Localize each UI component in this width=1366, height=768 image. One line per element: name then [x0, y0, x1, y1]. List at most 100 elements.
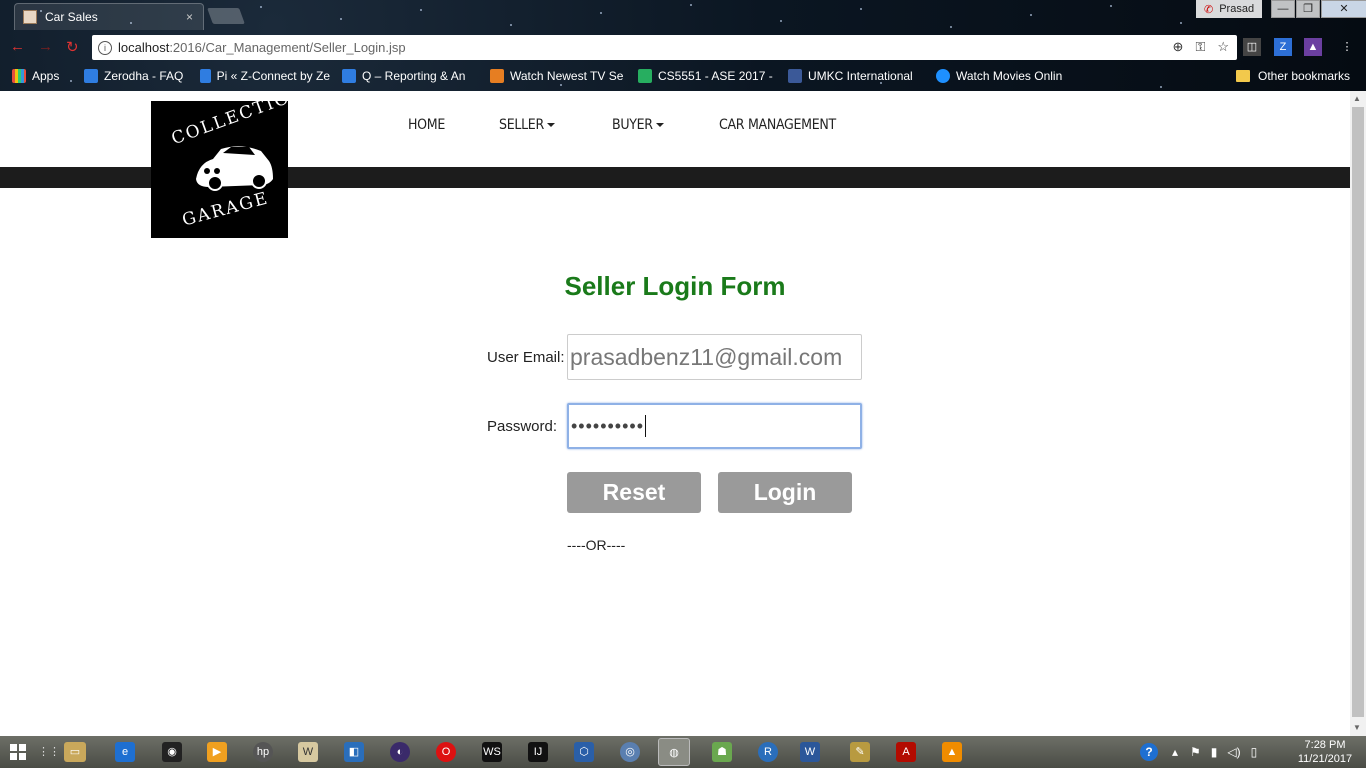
webstorm-icon[interactable]: WS — [482, 742, 502, 762]
sheets-icon — [638, 69, 652, 83]
site-logo[interactable]: COLLECTION GARAGE — [151, 101, 288, 238]
eclipse-icon[interactable]: ◐ — [390, 742, 410, 762]
chrome-taskbar-icon[interactable]: ◍ — [658, 738, 690, 766]
url-path: :2016/Car_Management/Seller_Login.jsp — [169, 40, 406, 55]
scroll-up-icon[interactable]: ▲ — [1353, 94, 1361, 103]
network-app-icon[interactable]: ◎ — [620, 742, 640, 762]
bookmark-star-icon[interactable]: ☆ — [1217, 39, 1229, 55]
password-value: •••••••••• — [571, 415, 645, 436]
windows-start-icon[interactable] — [10, 744, 26, 760]
tab-title: Car Sales — [45, 10, 98, 24]
word-icon[interactable]: W — [800, 742, 820, 762]
forward-arrow-icon[interactable]: → — [38, 38, 53, 55]
restore-button[interactable]: ❐ — [1296, 0, 1320, 18]
intellij-icon[interactable]: IJ — [528, 742, 548, 762]
taskbar: ⋮⋮ ▭ e ◉ ▶ hp W ◧ ◐ O WS IJ ⬡ ◎ ◍ ☗ R W … — [0, 736, 1366, 768]
bookmark-label: Apps — [32, 69, 60, 83]
flag-icon[interactable]: ⚑ — [1190, 745, 1201, 759]
clock[interactable]: 7:28 PM 11/21/2017 — [1290, 738, 1360, 766]
bookmark-label: Zerodha - FAQ — [104, 69, 184, 83]
bookmark-watch-tv[interactable]: Watch Newest TV Se — [490, 69, 626, 83]
close-tab-icon[interactable]: × — [186, 10, 193, 24]
network-signal-icon[interactable]: ▮ — [1211, 745, 1218, 759]
task-view-icon[interactable]: ⋮⋮ — [38, 742, 60, 762]
email-label: User Email: — [487, 349, 565, 366]
android-icon[interactable]: ☗ — [712, 742, 732, 762]
file-explorer-icon[interactable]: ▭ — [64, 742, 86, 762]
url-host: localhost — [118, 40, 170, 55]
zoom-icon[interactable]: ⊕ — [1173, 39, 1184, 55]
menu-icon[interactable]: ⋮ — [1338, 38, 1356, 56]
address-bar[interactable]: i localhost:2016/Car_Management/Seller_L… — [92, 35, 1237, 60]
reload-icon[interactable]: ↻ — [66, 38, 79, 56]
opera-icon[interactable]: O — [436, 742, 456, 762]
form-title: Seller Login Form — [564, 271, 786, 301]
triangle-extension-icon[interactable]: ▲ — [1304, 38, 1322, 56]
minimize-button[interactable]: — — [1271, 0, 1295, 18]
clock-time: 7:28 PM — [1304, 739, 1346, 751]
facebook-icon — [788, 69, 802, 83]
password-label: Password: — [487, 418, 558, 435]
other-bookmarks[interactable]: Other bookmarks — [1236, 64, 1350, 88]
bookmark-cs5551[interactable]: CS5551 - ASE 2017 - — [638, 69, 776, 83]
bookmark-label: Q – Reporting & An — [362, 69, 466, 83]
tool-icon[interactable]: ✎ — [850, 742, 870, 762]
hp-icon[interactable]: hp — [253, 742, 273, 762]
new-tab-button[interactable] — [207, 8, 245, 24]
r-icon[interactable]: R — [758, 742, 778, 762]
camera-icon[interactable]: ◉ — [162, 742, 182, 762]
text-cursor — [645, 415, 647, 437]
battery-icon[interactable]: ▯ — [1251, 745, 1258, 759]
wordpad-icon[interactable]: W — [298, 742, 318, 762]
email-value: prasadbenz11@gmail.com — [570, 343, 843, 370]
bookmark-umkc[interactable]: UMKC International — [788, 69, 924, 83]
page-icon — [342, 69, 356, 83]
acrobat-icon[interactable]: A — [896, 742, 916, 762]
close-window-button[interactable]: ✕ — [1321, 0, 1366, 18]
show-hidden-icon[interactable]: ▴ — [1172, 745, 1178, 759]
browser-chrome: Car Sales × ✆ Prasad — ❐ ✕ ← → ↻ i local… — [0, 0, 1366, 91]
apps-grid-icon — [12, 69, 26, 83]
info-icon[interactable]: i — [98, 40, 112, 55]
bookmark-reporting[interactable]: Q – Reporting & An — [342, 69, 478, 83]
page-viewport: COLLECTION GARAGE HOME SELLER BUYER CAR … — [0, 91, 1350, 736]
bookmark-label: Pi « Z-Connect by Ze — [216, 69, 330, 83]
virtualbox-icon[interactable]: ⬡ — [574, 742, 594, 762]
caret-down-icon — [655, 123, 664, 127]
reset-button[interactable]: Reset — [567, 472, 701, 513]
nav-seller[interactable]: SELLER — [499, 117, 555, 133]
volume-icon[interactable]: ◁) — [1227, 745, 1240, 759]
bookmark-watch-movies[interactable]: Watch Movies Onlin — [936, 69, 1072, 83]
back-arrow-icon[interactable]: ← — [10, 38, 25, 55]
browser-tab[interactable]: Car Sales × — [14, 3, 204, 30]
fox-icon — [490, 69, 504, 83]
page-icon — [200, 69, 211, 83]
key-icon[interactable]: ⚿ — [1195, 39, 1205, 55]
nav-car-management[interactable]: CAR MANAGEMENT — [719, 117, 836, 133]
bookmark-zconnect[interactable]: Pi « Z-Connect by Ze — [200, 69, 330, 83]
internet-explorer-icon[interactable]: e — [115, 742, 135, 762]
bookmark-apps[interactable]: Apps — [12, 69, 72, 83]
media-player-icon[interactable]: ▶ — [207, 742, 227, 762]
nav-buyer[interactable]: BUYER — [612, 117, 664, 133]
bookmarks-bar: Apps Zerodha - FAQ Pi « Z-Connect by Ze … — [0, 64, 1366, 88]
profile-button[interactable]: ✆ Prasad — [1196, 0, 1262, 18]
help-icon[interactable]: ? — [1140, 743, 1158, 761]
extension-icon[interactable]: ◫ — [1243, 38, 1261, 56]
page-icon — [84, 69, 98, 83]
nav-seller-label: SELLER — [499, 117, 544, 133]
bookmark-label: UMKC International — [808, 69, 913, 83]
app-icon[interactable]: ◧ — [344, 742, 364, 762]
bookmark-zerodha[interactable]: Zerodha - FAQ — [84, 69, 188, 83]
profile-icon: ✆ — [1204, 3, 1214, 16]
scroll-down-icon[interactable]: ▼ — [1353, 723, 1361, 732]
vertical-scrollbar[interactable]: ▲ ▼ — [1350, 91, 1366, 736]
scroll-thumb[interactable] — [1352, 107, 1364, 717]
caret-down-icon — [546, 123, 555, 127]
vlc-icon[interactable]: ▲ — [942, 742, 962, 762]
nav-home[interactable]: HOME — [408, 117, 445, 133]
password-field[interactable]: •••••••••• — [567, 403, 862, 449]
login-button[interactable]: Login — [718, 472, 852, 513]
zotero-extension-icon[interactable]: Z — [1274, 38, 1292, 56]
email-field[interactable]: prasadbenz11@gmail.com — [567, 334, 862, 380]
